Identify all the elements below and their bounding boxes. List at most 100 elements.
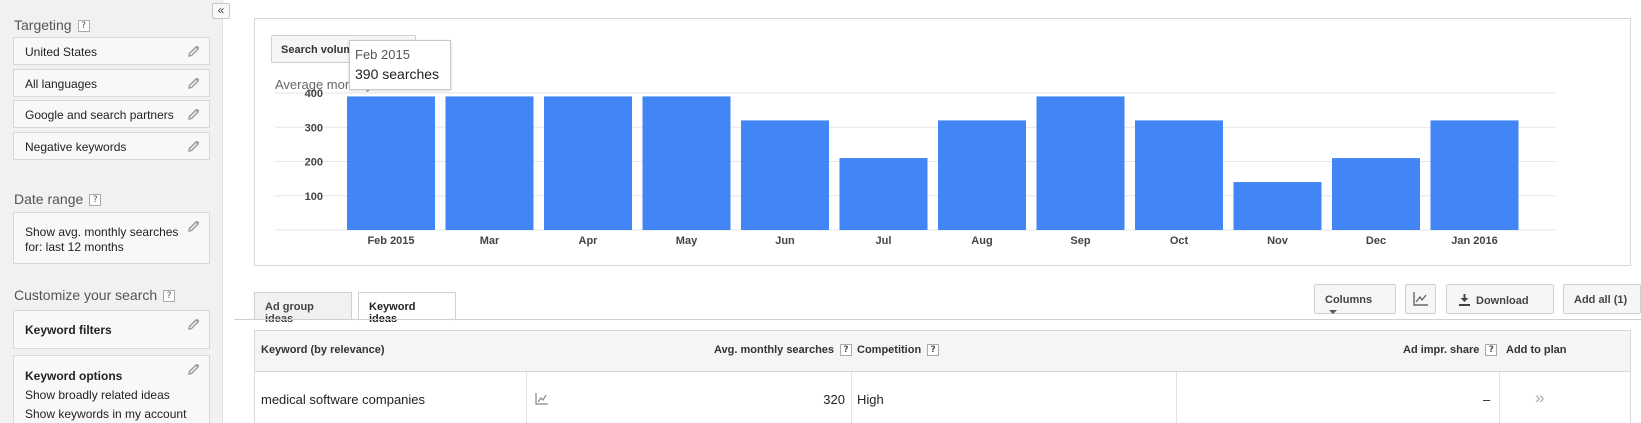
header-competition-label: Competition — [857, 344, 922, 356]
cell-divider — [526, 372, 527, 423]
date-range-line1: Show avg. monthly searches — [25, 225, 179, 239]
targeting-location[interactable]: United States — [13, 37, 210, 65]
header-avg-monthly-searches[interactable]: Avg. monthly searches? — [714, 344, 853, 357]
header-keyword[interactable]: Keyword (by relevance) — [261, 344, 385, 356]
download-button[interactable]: Download — [1446, 284, 1554, 314]
x-tick-label: Feb 2015 — [367, 235, 414, 247]
targeting-language[interactable]: All languages — [13, 69, 210, 97]
tab-divider — [234, 319, 1641, 320]
ad-impr-share-cell: – — [1483, 392, 1491, 407]
keyword-filters-label: Keyword filters — [25, 323, 112, 337]
bar[interactable] — [1036, 96, 1125, 230]
tooltip-month: Feb 2015 — [355, 47, 410, 62]
keyword-options-box[interactable]: Keyword options Show broadly related ide… — [13, 355, 210, 423]
x-tick-label: Jun — [775, 235, 795, 247]
competition-cell: High — [857, 392, 884, 407]
help-icon[interactable]: ? — [163, 290, 176, 303]
download-label: Download — [1476, 295, 1529, 307]
targeting-network[interactable]: Google and search partners — [13, 100, 210, 128]
pencil-icon[interactable] — [188, 45, 200, 57]
bar[interactable] — [1233, 182, 1322, 230]
tab-ad-group-ideas[interactable]: Ad group ideas — [254, 292, 352, 325]
header-ad-impr-share[interactable]: Ad impr. share? — [1403, 344, 1498, 357]
sidebar: « Targeting? United States All languages… — [0, 0, 230, 423]
x-tick-label: Dec — [1366, 235, 1386, 247]
x-tick-label: Jan 2016 — [1451, 235, 1497, 247]
keyword-options-label: Keyword options — [25, 369, 123, 383]
targeting-title-text: Targeting — [14, 17, 72, 33]
pencil-icon[interactable] — [188, 77, 200, 89]
pencil-icon[interactable] — [188, 318, 200, 330]
table-row: medical software companies 320 High – » — [255, 372, 1630, 423]
download-icon — [1459, 294, 1470, 306]
add-all-button[interactable]: Add all (1) — [1563, 284, 1641, 314]
header-competition[interactable]: Competition? — [857, 344, 940, 357]
trend-chart-icon[interactable] — [535, 393, 548, 405]
date-range-box[interactable]: Show avg. monthly searches for: last 12 … — [13, 212, 210, 264]
x-tick-label: Jul — [876, 235, 892, 247]
header-avg-label: Avg. monthly searches — [714, 344, 835, 356]
date-range-text: Show avg. monthly searches for: last 12 … — [25, 225, 178, 255]
help-icon[interactable]: ? — [840, 344, 853, 357]
bar[interactable] — [445, 96, 534, 230]
cell-divider — [1176, 372, 1177, 423]
keyword-option-account: Show keywords in my account — [25, 407, 187, 421]
y-tick-label: 400 — [305, 88, 323, 100]
y-tick-label: 100 — [305, 191, 323, 203]
main-panel: Search volume trends Average monthly sea… — [234, 0, 1641, 423]
avg-searches-cell: 320 — [823, 392, 845, 407]
x-tick-label: Oct — [1170, 235, 1189, 247]
keyword-filters-box[interactable]: Keyword filters — [13, 310, 210, 349]
x-tick-label: Mar — [480, 235, 500, 247]
line-chart-icon — [1413, 292, 1428, 306]
pencil-icon[interactable] — [188, 140, 200, 152]
pencil-icon[interactable] — [188, 108, 200, 120]
help-icon[interactable]: ? — [77, 20, 90, 33]
x-tick-label: Aug — [971, 235, 992, 247]
cell-divider — [851, 372, 852, 423]
bar[interactable] — [347, 96, 435, 230]
pencil-icon[interactable] — [188, 363, 200, 375]
targeting-title: Targeting? — [14, 17, 90, 33]
targeting-negative-keywords[interactable]: Negative keywords — [13, 132, 210, 160]
customize-title-text: Customize your search — [14, 287, 158, 303]
pencil-icon[interactable] — [188, 220, 200, 232]
add-to-plan-icon[interactable]: » — [1535, 388, 1544, 408]
chevron-down-icon — [1329, 310, 1337, 315]
chart-card: Search volume trends Average monthly sea… — [254, 18, 1631, 266]
bar[interactable] — [544, 96, 632, 230]
help-icon[interactable]: ? — [1485, 344, 1498, 357]
table-header-row: Keyword (by relevance) Avg. monthly sear… — [255, 331, 1630, 372]
keyword-ideas-table: Keyword (by relevance) Avg. monthly sear… — [254, 330, 1631, 423]
targeting-location-label: United States — [25, 45, 98, 59]
help-icon[interactable]: ? — [89, 194, 102, 207]
cell-divider — [1499, 372, 1500, 423]
targeting-language-label: All languages — [25, 77, 98, 91]
bar[interactable] — [741, 120, 829, 230]
bar[interactable] — [1332, 158, 1420, 230]
tooltip-value: 390 searches — [355, 66, 440, 82]
columns-button[interactable]: Columns — [1314, 284, 1396, 315]
targeting-network-label: Google and search partners — [25, 108, 174, 122]
keyword-cell: medical software companies — [261, 392, 426, 407]
y-tick-label: 300 — [305, 122, 323, 134]
help-icon[interactable]: ? — [927, 344, 940, 357]
keyword-options-text: Keyword options Show broadly related ide… — [25, 367, 186, 423]
y-tick-label: 200 — [305, 157, 323, 169]
bar[interactable] — [839, 158, 928, 230]
date-range-title: Date range? — [14, 191, 102, 207]
header-impr-label: Ad impr. share — [1403, 344, 1480, 356]
header-add-to-plan: Add to plan — [1506, 344, 1567, 356]
bar[interactable] — [1430, 120, 1519, 230]
targeting-negative-label: Negative keywords — [25, 140, 127, 154]
collapse-sidebar-button[interactable]: « — [212, 3, 230, 19]
bar[interactable] — [1135, 120, 1223, 230]
chart-toggle-button[interactable] — [1405, 284, 1436, 314]
keyword-option-broad: Show broadly related ideas — [25, 388, 170, 402]
bar[interactable] — [642, 96, 731, 230]
tab-keyword-ideas[interactable]: Keyword ideas — [358, 292, 456, 325]
columns-label: Columns — [1325, 294, 1373, 306]
chart-tooltip: Feb 2015 390 searches — [349, 40, 451, 90]
bar[interactable] — [938, 120, 1026, 230]
customize-title: Customize your search? — [14, 287, 176, 303]
